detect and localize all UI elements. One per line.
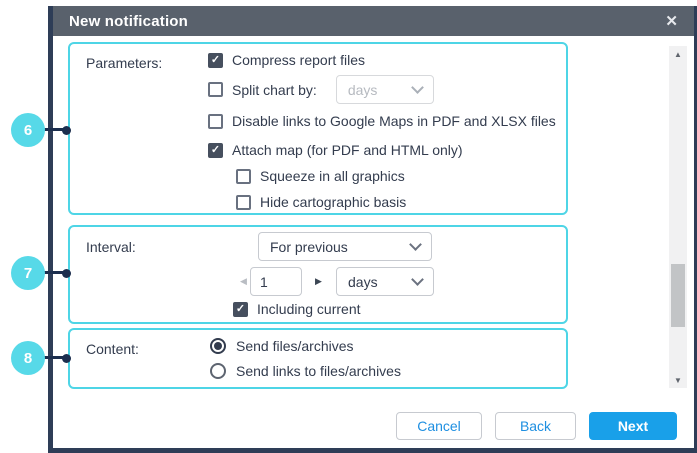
checkbox-label: Split chart by: [232, 82, 317, 98]
checkbox-label: Hide cartographic basis [260, 194, 406, 210]
decrement-button[interactable]: ◀ [240, 277, 247, 286]
checkbox-disable-google-maps-links[interactable]: Disable links to Google Maps in PDF and … [208, 113, 556, 129]
scroll-up-button[interactable]: ▲ [669, 46, 687, 62]
select-value: days [348, 82, 378, 98]
checkbox-box [236, 195, 251, 210]
increment-button[interactable]: ▶ [315, 277, 322, 286]
interval-label: Interval: [86, 239, 136, 255]
radio-send-files-archives[interactable]: Send files/archives [210, 338, 354, 354]
split-chart-by-select[interactable]: days [336, 75, 434, 104]
chevron-down-icon [409, 238, 422, 251]
dialog-title: New notification [69, 13, 188, 30]
radio-send-links-to-files[interactable]: Send links to files/archives [210, 363, 401, 379]
callout-badge-6: 6 [11, 113, 45, 147]
step-next-icon: ▶ [315, 276, 322, 286]
new-notification-dialog: New notification ✕ Parameters: ✓ Compres… [48, 6, 697, 453]
dialog-body: Parameters: ✓ Compress report files Spli… [53, 36, 694, 448]
vertical-scrollbar[interactable]: ▲ ▼ [669, 46, 687, 388]
checkbox-label: Disable links to Google Maps in PDF and … [232, 113, 556, 129]
screenshot-canvas: New notification ✕ Parameters: ✓ Compres… [0, 0, 697, 453]
interval-unit-select[interactable]: days [336, 267, 434, 296]
checkbox-split-chart-by[interactable]: Split chart by: days [208, 75, 434, 104]
content-group: Content: Send files/archives Send links … [68, 328, 568, 389]
checkbox-box [208, 82, 223, 97]
callout-dot [62, 126, 71, 135]
scroll-up-icon: ▲ [674, 50, 682, 59]
checkbox-box: ✓ [233, 302, 248, 317]
radio-button [210, 338, 226, 354]
parameters-label: Parameters: [86, 55, 162, 71]
scroll-down-icon: ▼ [674, 376, 682, 385]
back-button[interactable]: Back [495, 412, 576, 440]
interval-mode-select[interactable]: For previous [258, 232, 432, 261]
checkbox-squeeze-all-graphics[interactable]: Squeeze in all graphics [236, 168, 405, 184]
check-icon: ✓ [211, 55, 220, 66]
check-icon: ✓ [211, 145, 220, 156]
radio-button [210, 363, 226, 379]
checkbox-label: Including current [257, 301, 361, 317]
chevron-down-icon [411, 273, 424, 286]
checkbox-box: ✓ [208, 53, 223, 68]
checkbox-label: Attach map (for PDF and HTML only) [232, 142, 463, 158]
dialog-header: New notification ✕ [53, 6, 694, 36]
radio-label: Send files/archives [236, 338, 354, 354]
checkbox-label: Compress report files [232, 52, 365, 68]
checkbox-box: ✓ [208, 143, 223, 158]
parameters-group: Parameters: ✓ Compress report files Spli… [68, 42, 568, 215]
radio-label: Send links to files/archives [236, 363, 401, 379]
step-prev-icon: ◀ [240, 276, 247, 286]
close-icon[interactable]: ✕ [665, 14, 678, 29]
checkbox-box [208, 114, 223, 129]
content-label: Content: [86, 341, 139, 357]
dialog-footer: Cancel Back Next [396, 412, 677, 440]
interval-value-input[interactable] [250, 267, 302, 296]
cancel-button[interactable]: Cancel [396, 412, 482, 440]
callout-dot [62, 269, 71, 278]
scrollbar-thumb[interactable] [671, 264, 685, 327]
checkbox-compress-report-files[interactable]: ✓ Compress report files [208, 52, 365, 68]
next-button[interactable]: Next [589, 412, 677, 440]
checkbox-hide-cartographic-basis[interactable]: Hide cartographic basis [236, 194, 406, 210]
callout-badge-7: 7 [11, 256, 45, 290]
scroll-down-button[interactable]: ▼ [669, 372, 687, 388]
callout-badge-8: 8 [11, 341, 45, 375]
check-icon: ✓ [236, 304, 245, 315]
checkbox-box [236, 169, 251, 184]
checkbox-label: Squeeze in all graphics [260, 168, 405, 184]
chevron-down-icon [411, 81, 424, 94]
callout-dot [62, 354, 71, 363]
checkbox-attach-map[interactable]: ✓ Attach map (for PDF and HTML only) [208, 142, 463, 158]
select-value: days [348, 274, 378, 290]
interval-group: Interval: For previous ◀ ▶ days ✓ Includ… [68, 225, 568, 324]
checkbox-including-current[interactable]: ✓ Including current [233, 301, 361, 317]
select-value: For previous [270, 239, 348, 255]
